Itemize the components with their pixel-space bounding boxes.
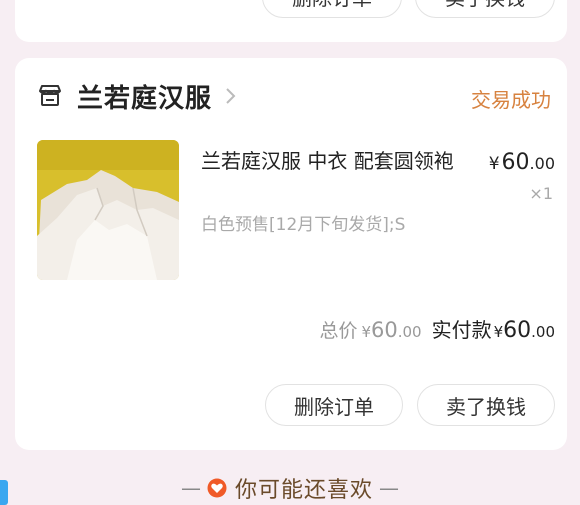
- store-icon: [39, 85, 61, 106]
- sell-button-prev[interactable]: 卖了换钱: [415, 0, 555, 18]
- order-totals: 总价 ¥ 60 .00 实付款 ¥ 60 .00: [319, 314, 555, 343]
- product-price: ¥60.00: [489, 150, 555, 175]
- previous-order-card: 删除订单 卖了换钱: [15, 0, 567, 42]
- recommend-divider: — 你可能还喜欢 —: [0, 470, 580, 505]
- order-status: 交易成功: [471, 88, 551, 112]
- product-spec: 白色预售[12月下旬发货];S: [201, 215, 406, 235]
- shop-name: 兰若庭汉服: [77, 83, 213, 114]
- product-thumbnail[interactable]: [37, 140, 179, 280]
- paid-int: 60: [503, 318, 532, 343]
- total-cents: .00: [397, 323, 422, 341]
- divider-left: —: [180, 475, 201, 500]
- total-label: 总价: [319, 320, 358, 342]
- delete-order-button[interactable]: 删除订单: [265, 384, 403, 426]
- product-quantity: ×1: [529, 184, 553, 203]
- recommend-label: 你可能还喜欢: [234, 477, 373, 503]
- heart-icon: [207, 478, 227, 497]
- price-int: 60: [501, 150, 530, 175]
- paid-currency: ¥: [493, 323, 504, 341]
- delete-order-button-prev[interactable]: 删除订单: [262, 0, 402, 18]
- chevron-right-icon: [226, 88, 236, 104]
- paid-cents: .00: [531, 323, 555, 341]
- total-currency: ¥: [361, 323, 371, 341]
- shop-header[interactable]: 兰若庭汉服: [37, 78, 236, 114]
- sell-button[interactable]: 卖了换钱: [417, 384, 555, 426]
- order-card: 兰若庭汉服 交易成功 兰若庭汉服 中衣 配套圆领袍 白色预售[12月下旬发货];…: [15, 58, 567, 450]
- product-title[interactable]: 兰若庭汉服 中衣 配套圆领袍: [201, 146, 475, 176]
- divider-right: —: [379, 475, 399, 500]
- price-cents: .00: [529, 154, 555, 173]
- price-currency: ¥: [488, 154, 500, 174]
- product-image: [37, 140, 179, 280]
- total-int: 60: [371, 318, 398, 342]
- paid-label: 实付款: [431, 318, 492, 342]
